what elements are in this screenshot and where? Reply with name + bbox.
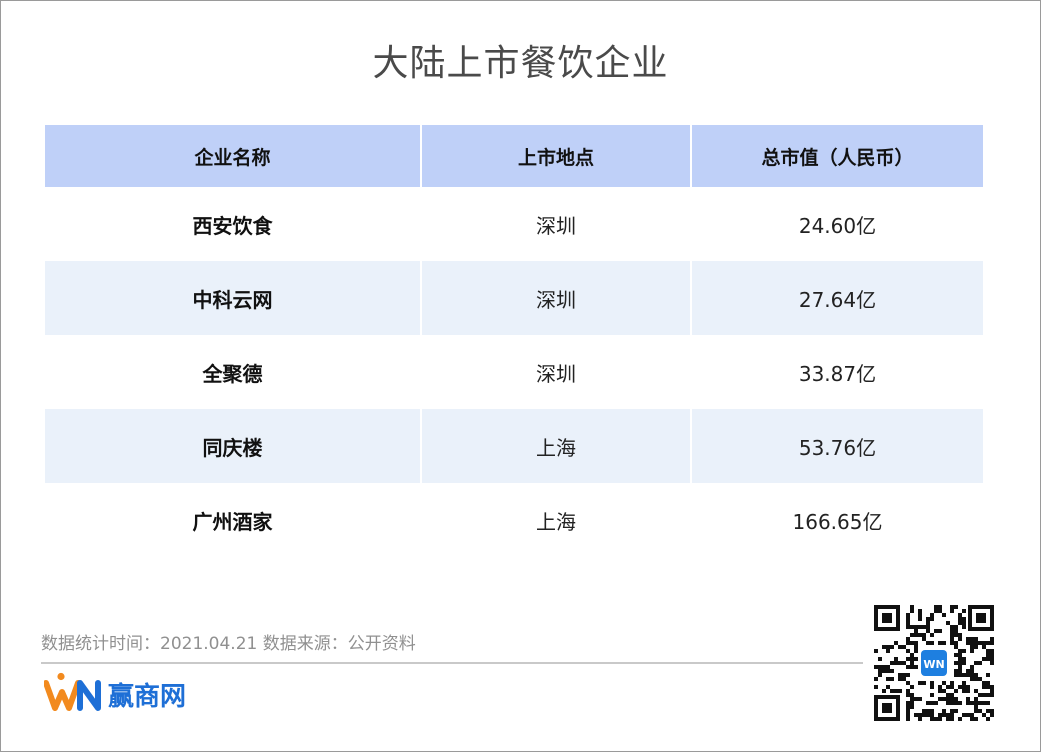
cell-venue: 深圳: [420, 335, 691, 409]
data-source-note: 数据统计时间：2021.04.21 数据来源：公开资料: [41, 634, 416, 654]
cell-market-cap: 33.87亿: [690, 335, 983, 409]
cell-venue: 上海: [420, 483, 691, 557]
footer-divider: [41, 662, 863, 664]
brand-name: 赢商网: [108, 682, 187, 712]
cell-market-cap: 53.76亿: [690, 409, 983, 483]
column-header-market-cap: 总市值（人民币）: [690, 125, 983, 187]
cell-market-cap: 166.65亿: [690, 483, 983, 557]
cell-market-cap: 27.64亿: [690, 261, 983, 335]
cell-venue: 深圳: [420, 261, 691, 335]
table-row: 全聚德 深圳 33.87亿: [45, 335, 983, 409]
cell-company: 全聚德: [202, 361, 263, 386]
cell-company: 中科云网: [45, 261, 421, 335]
cell-venue: 深圳: [420, 187, 691, 261]
table-header-row: 企业名称 上市地点 总市值（人民币）: [45, 125, 983, 187]
qr-code-icon: WN: [872, 603, 996, 723]
chart-title: 大陆上市餐饮企业: [372, 43, 669, 84]
column-header-listing-venue: 上市地点: [420, 125, 691, 187]
cell-venue: 上海: [420, 409, 691, 483]
table-row: 广州酒家 上海 166.65亿: [45, 483, 983, 557]
cell-company: 广州酒家: [192, 509, 273, 534]
table-row: 西安饮食 深圳 24.60亿: [45, 187, 983, 261]
cell-company: 西安饮食: [192, 213, 273, 238]
brand-logo-icon: [44, 672, 106, 712]
table-row: 同庆楼 上海 53.76亿: [45, 409, 983, 483]
data-table: 企业名称 上市地点 总市值（人民币） 西安饮食 深圳 24.60亿 中科云网 深…: [45, 125, 983, 557]
qr-center-label: WN: [923, 658, 944, 671]
cell-market-cap: 24.60亿: [690, 187, 983, 261]
table-row: 中科云网 深圳 27.64亿: [45, 261, 983, 335]
cell-company: 同庆楼: [45, 409, 421, 483]
column-header-company: 企业名称: [45, 125, 421, 187]
